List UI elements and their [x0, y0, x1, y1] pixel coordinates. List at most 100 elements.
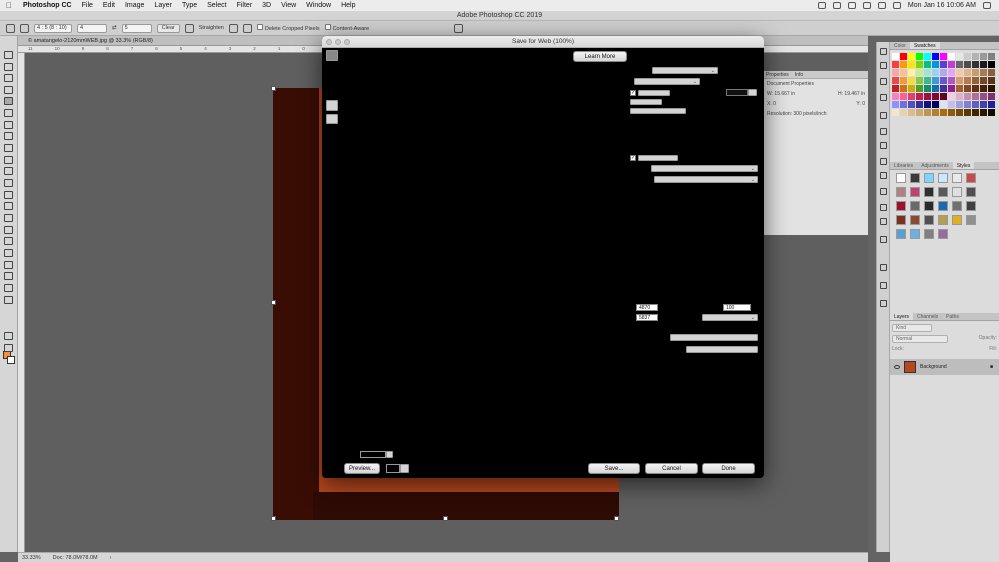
color-swatch[interactable] [988, 61, 995, 68]
straighten-label[interactable]: Straighten [199, 25, 224, 31]
visibility-eye-icon[interactable] [894, 365, 900, 369]
info-panel-icon[interactable] [880, 94, 887, 101]
color-swatch[interactable] [980, 85, 987, 92]
color-swatch[interactable] [956, 93, 963, 100]
color-swatch[interactable] [908, 53, 915, 60]
style-preset[interactable] [896, 215, 906, 225]
menu-image[interactable]: Image [120, 2, 149, 9]
color-swatch[interactable] [940, 85, 947, 92]
color-swatch[interactable] [980, 109, 987, 116]
properties-panel-icon[interactable] [880, 78, 887, 85]
style-preset[interactable] [910, 215, 920, 225]
color-swatch[interactable] [972, 61, 979, 68]
color-swatch[interactable] [892, 53, 899, 60]
percent-input[interactable]: 100 [723, 304, 751, 311]
straighten-icon[interactable] [184, 23, 194, 33]
color-swatch[interactable] [908, 77, 915, 84]
color-swatch[interactable] [972, 69, 979, 76]
tool-presets-icon[interactable] [880, 264, 887, 271]
colors-input[interactable] [726, 89, 748, 96]
crop-handle-top-left[interactable] [271, 86, 276, 91]
style-preset[interactable] [896, 173, 906, 183]
zoom-level-select[interactable] [360, 451, 386, 458]
menu-3d[interactable]: 3D [257, 2, 276, 9]
color-swatch[interactable] [900, 61, 907, 68]
convert-srgb-checkbox[interactable]: ✓ [630, 155, 636, 161]
color-swatch[interactable] [988, 93, 995, 100]
save-button[interactable]: Save... [588, 463, 640, 474]
color-swatch[interactable] [988, 109, 995, 116]
preview-select[interactable]: ⌄ [651, 165, 758, 172]
color-swatch[interactable] [956, 101, 963, 108]
color-swatch[interactable] [956, 85, 963, 92]
color-swatch[interactable] [988, 69, 995, 76]
color-swatch[interactable] [900, 69, 907, 76]
color-swatch[interactable] [988, 101, 995, 108]
color-swatch[interactable] [980, 101, 987, 108]
background-color-swatch[interactable] [7, 356, 15, 364]
colors-stepper[interactable] [748, 89, 757, 96]
style-preset[interactable] [924, 215, 934, 225]
shape-tool-icon[interactable] [4, 261, 13, 269]
tab-properties[interactable]: Properties [766, 71, 789, 78]
swatch-panel-icon[interactable] [880, 112, 887, 119]
color-swatch[interactable] [940, 109, 947, 116]
crop-handle-bottom-left[interactable] [271, 516, 276, 521]
tab-styles[interactable]: Styles [952, 162, 975, 169]
status-icon[interactable] [817, 2, 826, 9]
crop-tool-icon[interactable] [20, 23, 29, 33]
color-swatch[interactable] [948, 85, 955, 92]
status-icon[interactable] [832, 2, 841, 9]
style-preset[interactable] [938, 173, 948, 183]
style-preset[interactable] [910, 201, 920, 211]
color-swatch[interactable] [980, 93, 987, 100]
menu-app-name[interactable]: Photoshop CC [18, 2, 77, 9]
bluetooth-icon[interactable] [847, 2, 856, 9]
color-swatch[interactable] [940, 93, 947, 100]
style-preset[interactable] [966, 201, 976, 211]
home-icon[interactable] [6, 23, 15, 33]
crop-handle-bottom-right[interactable] [614, 516, 619, 521]
color-swatch[interactable] [964, 53, 971, 60]
color-swatch[interactable] [964, 69, 971, 76]
color-swatch[interactable] [940, 101, 947, 108]
type-tool-icon[interactable] [4, 237, 13, 245]
style-preset[interactable] [952, 173, 962, 183]
apple-icon[interactable]:  [0, 1, 18, 10]
layer-kind-filter[interactable]: Kind [892, 324, 932, 332]
tab-info[interactable]: Info [795, 71, 803, 78]
color-swatch[interactable] [948, 109, 955, 116]
crop-tool-icon[interactable] [4, 97, 13, 105]
style-preset[interactable] [924, 187, 934, 197]
path-select-tool-icon[interactable] [4, 249, 13, 257]
tab-paths[interactable]: Paths [942, 313, 963, 320]
preview-button[interactable]: Preview... [344, 463, 380, 474]
lasso-tool-icon[interactable] [4, 74, 13, 82]
tab-adjustments[interactable]: Adjustments [917, 162, 953, 169]
layer-row-background[interactable]: Background ■ [890, 359, 999, 375]
color-swatch[interactable] [932, 69, 939, 76]
eyedropper-tool-icon[interactable] [4, 121, 13, 129]
menu-view[interactable]: View [276, 2, 301, 9]
crop-height-input[interactable]: 5 [121, 23, 152, 33]
cancel-button[interactable]: Cancel [645, 463, 698, 474]
color-swatch[interactable] [924, 77, 931, 84]
style-preset[interactable] [938, 229, 948, 239]
style-preset[interactable] [924, 229, 934, 239]
timeline-panel-icon[interactable] [880, 218, 887, 225]
color-swatch[interactable] [980, 69, 987, 76]
history-panel-icon[interactable] [880, 48, 887, 55]
style-preset[interactable] [952, 187, 962, 197]
done-button[interactable]: Done [702, 463, 755, 474]
move-tool-icon[interactable] [4, 51, 13, 59]
paragraph-panel-icon[interactable] [880, 172, 887, 179]
chevron-right-icon[interactable]: › [110, 553, 112, 562]
option-checkbox[interactable]: ✓ [630, 90, 636, 96]
brush-panel-icon[interactable] [880, 128, 887, 135]
color-swatch[interactable] [932, 77, 939, 84]
color-swatch[interactable] [972, 85, 979, 92]
marquee-tool-icon[interactable] [4, 63, 13, 71]
color-swatch[interactable] [892, 69, 899, 76]
color-swatch[interactable] [900, 53, 907, 60]
color-swatch[interactable] [924, 53, 931, 60]
